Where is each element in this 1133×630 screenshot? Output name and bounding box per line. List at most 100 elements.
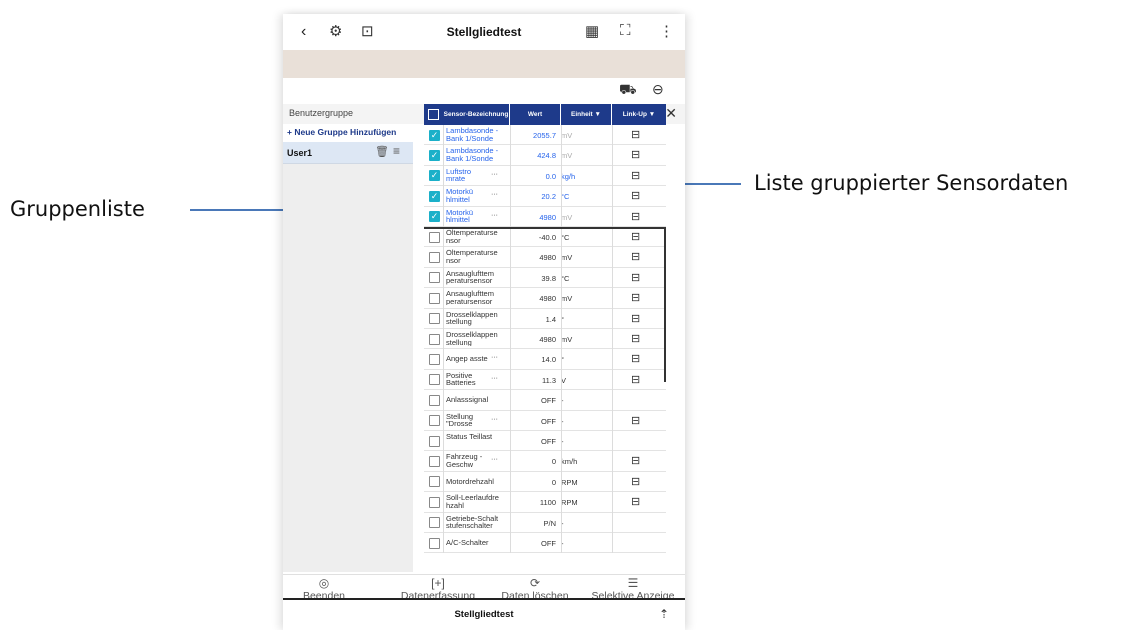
sensor-value: 1100 xyxy=(539,498,556,508)
table-row[interactable]: Status Teillast OFF - xyxy=(424,431,666,452)
sensor-name: Motorkü hlmittel xyxy=(446,188,474,204)
column-header-link-up[interactable]: Link-Up ▼ xyxy=(612,104,666,125)
link-up-icon[interactable]: ⊟ xyxy=(631,230,640,243)
link-up-icon[interactable]: ⊟ xyxy=(631,332,640,345)
row-checkbox[interactable] xyxy=(429,394,440,406)
table-row[interactable]: ✓ Lambdasonde -Bank 1/Sonde 424.8 mV ⊟ xyxy=(424,145,666,166)
link-up-icon[interactable]: ⊟ xyxy=(631,189,640,202)
row-checkbox[interactable] xyxy=(429,456,440,468)
sensor-unit: °C xyxy=(561,233,570,242)
link-up-icon[interactable]: ⊟ xyxy=(631,454,640,467)
sensor-value: 4980 xyxy=(539,253,556,263)
more-vertical-icon[interactable]: ⋮ xyxy=(659,22,674,40)
table-row[interactable]: Positive Batteries ··· 11.3 V ⊟ xyxy=(424,369,666,391)
sensor-value: 4980 xyxy=(539,294,556,304)
row-checkbox[interactable]: ✓ xyxy=(429,129,440,141)
gauge-icon[interactable]: ⊖ xyxy=(652,81,664,98)
row-checkbox[interactable] xyxy=(429,537,440,549)
sensor-value: 20.2 xyxy=(541,192,556,202)
more-icon[interactable]: ··· xyxy=(491,416,498,423)
more-icon[interactable]: ··· xyxy=(491,456,498,463)
table-row[interactable]: Anlasssignal OFF - xyxy=(424,390,666,411)
table-row[interactable]: Öltemperaturse nsor 4980 mV ⊟ xyxy=(424,247,666,268)
table-row[interactable]: Ansauglufttem peratursensor 39.8 °C ⊟ xyxy=(424,267,666,289)
link-up-icon[interactable]: ⊟ xyxy=(631,128,640,141)
table-row[interactable]: ✓ Luftstro mrate ··· 0.0 kg/h ⊟ xyxy=(424,165,666,187)
more-icon[interactable]: ··· xyxy=(491,191,498,198)
table-row[interactable]: Drosselklappen stellung 4980 mV ⊟ xyxy=(424,329,666,350)
table-row[interactable]: Stellung "Drosse ··· OFF - ⊟ xyxy=(424,410,666,431)
table-row[interactable]: Ansauglufttem peratursensor 4980 mV ⊟ xyxy=(424,288,666,309)
row-checkbox[interactable] xyxy=(429,313,440,325)
column-header-einheit[interactable]: Einheit ▼ xyxy=(561,104,612,125)
link-up-icon[interactable]: ⊟ xyxy=(631,352,640,365)
table-row[interactable]: Angep asste ··· 14.0 ° ⊟ xyxy=(424,349,666,370)
table-row[interactable]: Getriebe-Schalt stufenschalter P/N - xyxy=(424,512,666,533)
row-checkbox[interactable] xyxy=(429,292,440,304)
row-checkbox[interactable] xyxy=(429,415,440,427)
link-up-icon[interactable]: ⊟ xyxy=(631,495,640,508)
row-checkbox[interactable] xyxy=(429,252,440,264)
row-checkbox[interactable]: ✓ xyxy=(429,150,440,162)
table-row[interactable]: Soll-Leerlaufdre hzahl 1100 RPM ⊟ xyxy=(424,492,666,513)
calendar-camera-icon[interactable]: ▦ xyxy=(585,22,599,40)
table-row[interactable]: ✓ Motorkü hlmittel ··· 4980 mV ⊟ xyxy=(424,206,666,227)
row-checkbox[interactable] xyxy=(429,333,440,345)
link-up-icon[interactable]: ⊟ xyxy=(631,169,640,182)
row-checkbox[interactable] xyxy=(429,496,440,508)
sensor-value: P/N xyxy=(543,518,556,528)
row-checkbox[interactable] xyxy=(429,435,440,447)
row-checkbox[interactable] xyxy=(429,231,440,243)
vehicle-settings-icon[interactable]: ⛟ xyxy=(619,81,637,100)
table-row[interactable]: A/C-Schalter OFF - xyxy=(424,533,666,554)
sensor-unit: mV xyxy=(561,131,573,140)
table-row[interactable]: Drosselklappen stellung 1.4 ° ⊟ xyxy=(424,308,666,329)
sensor-value: OFF xyxy=(541,437,556,446)
group-item[interactable]: User1 🗑 ≡ xyxy=(283,142,413,164)
link-up-icon[interactable]: ⊟ xyxy=(631,291,640,304)
sensor-unit: - xyxy=(561,539,564,548)
row-checkbox[interactable] xyxy=(429,374,440,386)
link-up-icon[interactable]: ⊟ xyxy=(631,312,640,325)
select-all-checkbox[interactable] xyxy=(428,109,439,120)
sensor-name: Luftstro mrate xyxy=(446,167,472,183)
drag-handle-icon[interactable]: ≡ xyxy=(393,144,400,158)
table-row[interactable]: ✓ Lambdasonde -Bank 1/Sonde 2055.7 mV ⊟ xyxy=(424,125,666,146)
link-up-icon[interactable]: ⊟ xyxy=(631,210,640,223)
add-group-button[interactable]: + Neue Gruppe Hinzufügen xyxy=(283,124,413,142)
column-header-sensor[interactable]: Sensor-Bezeichnung xyxy=(443,104,510,125)
sensor-value: 4980 xyxy=(539,335,556,344)
scrollbar[interactable] xyxy=(664,227,666,382)
link-up-icon[interactable]: ⊟ xyxy=(631,271,640,284)
link-up-icon[interactable]: ⊟ xyxy=(631,148,640,161)
row-checkbox[interactable] xyxy=(429,476,440,488)
link-up-icon[interactable]: ⊟ xyxy=(631,250,640,263)
sensor-unit: mV xyxy=(561,212,573,222)
link-up-icon[interactable]: ⊟ xyxy=(631,414,640,427)
table-row[interactable]: Motordrehzahl 0 RPM ⊟ xyxy=(424,471,666,493)
trash-icon[interactable]: 🗑 xyxy=(375,145,389,158)
table-row[interactable]: Öltemperaturse nsor -40.0 °C ⊟ xyxy=(424,227,666,248)
table-row[interactable]: ✓ Motorkü hlmittel ··· 20.2 °C ⊟ xyxy=(424,186,666,207)
table-row[interactable]: Fahrzeug -Geschw ··· 0 km/h ⊟ xyxy=(424,451,666,472)
row-checkbox[interactable] xyxy=(429,517,440,529)
close-icon[interactable]: ✕ xyxy=(665,105,677,122)
column-divider xyxy=(612,125,613,554)
more-icon[interactable]: ··· xyxy=(491,354,498,361)
collapse-icon[interactable]: ⇡ xyxy=(659,607,669,621)
expand-icon[interactable]: ⛶ xyxy=(620,22,631,39)
group-panel-title: Benutzergruppe xyxy=(289,108,354,118)
link-up-icon[interactable]: ⊟ xyxy=(631,475,640,488)
more-icon[interactable]: ··· xyxy=(491,212,498,219)
row-checkbox[interactable] xyxy=(429,272,440,284)
row-checkbox[interactable] xyxy=(429,354,440,366)
more-icon[interactable]: ··· xyxy=(491,375,498,382)
more-icon[interactable]: ··· xyxy=(491,171,498,178)
footer-title: Stellgliedtest xyxy=(454,609,514,620)
row-checkbox[interactable]: ✓ xyxy=(429,190,440,202)
sensor-value: -40.0 xyxy=(538,233,556,242)
row-checkbox[interactable]: ✓ xyxy=(429,170,440,182)
link-up-icon[interactable]: ⊟ xyxy=(631,373,640,386)
row-checkbox[interactable]: ✓ xyxy=(429,211,440,223)
column-header-wert[interactable]: Wert xyxy=(510,104,561,125)
